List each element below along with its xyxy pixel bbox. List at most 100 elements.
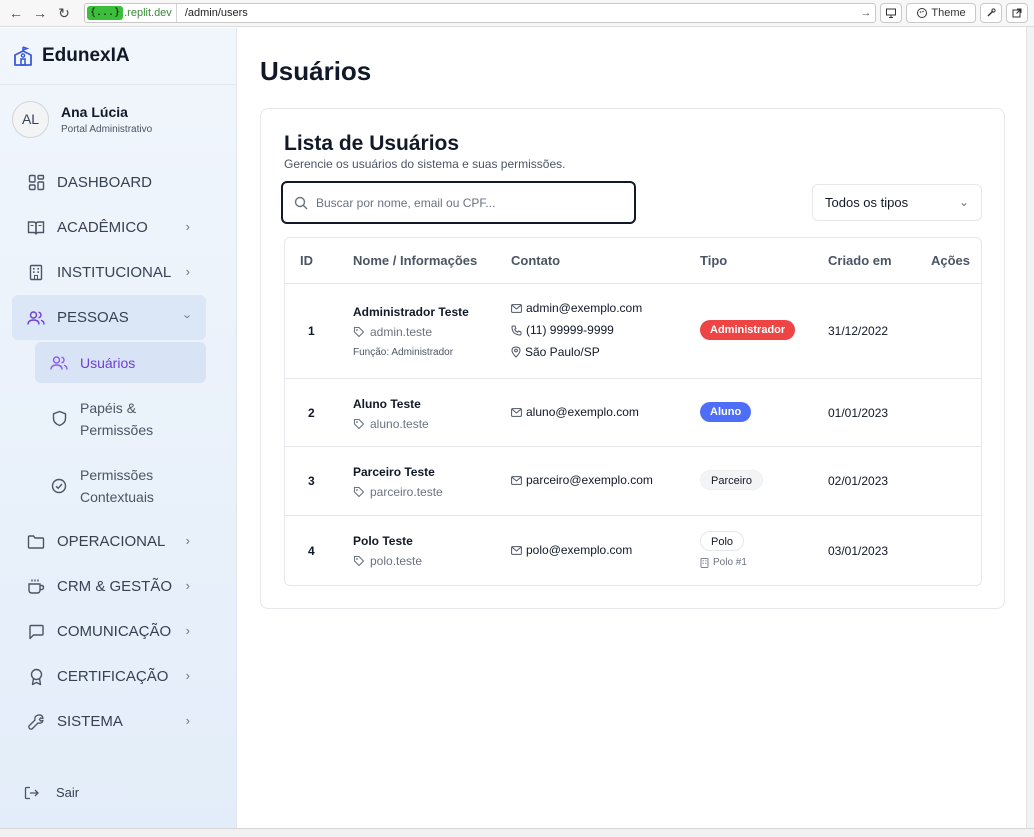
row-id: 3 <box>308 474 315 488</box>
sidebar-item-pessoas[interactable]: PESSOAS › <box>12 295 206 340</box>
user-function: Função: Administrador <box>353 347 454 358</box>
email-text[interactable]: polo@exemplo.com <box>526 543 632 557</box>
user-profile[interactable]: AL Ana Lúcia Portal Administrativo <box>0 85 236 153</box>
column-header-name[interactable]: Nome / Informações <box>353 253 477 268</box>
back-icon[interactable]: ← <box>6 3 26 23</box>
user-name: Ana Lúcia <box>61 103 128 120</box>
search-box[interactable] <box>281 181 636 224</box>
table-row[interactable]: 1 Administrador Teste admin.teste Função… <box>285 284 981 379</box>
card-subtitle: Gerencie os usuários do sistema e suas p… <box>284 157 566 171</box>
sidebar-subitem-papeis-permissoes[interactable]: Papéis & Permissões <box>35 385 206 452</box>
user-login-text: parceiro.teste <box>370 485 443 499</box>
sidebar: EdunexIA AL Ana Lúcia Portal Administrat… <box>0 28 237 828</box>
forward-icon[interactable]: → <box>30 3 50 23</box>
contact-info: parceiro@exemplo.com <box>511 469 653 491</box>
type-badge: Aluno <box>700 402 752 422</box>
type-filter-select[interactable]: Todos os tipos ⌄ <box>812 184 982 221</box>
logout-icon <box>24 786 39 799</box>
chevron-right-icon: › <box>185 219 190 234</box>
chevron-right-icon: › <box>185 713 190 728</box>
sidebar-subitem-usuarios[interactable]: Usuários <box>35 342 206 383</box>
sidebar-item-certificacao[interactable]: CERTIFICAÇÃO › <box>12 654 206 699</box>
scrollbar[interactable] <box>1026 27 1034 837</box>
type-badge: Administrador <box>700 320 796 340</box>
tools-icon[interactable] <box>980 3 1002 23</box>
email-text[interactable]: admin@exemplo.com <box>526 301 642 315</box>
contact-info: polo@exemplo.com <box>511 539 632 561</box>
devices-icon[interactable] <box>880 3 902 23</box>
search-input[interactable] <box>316 195 616 210</box>
email-text[interactable]: aluno@exemplo.com <box>526 405 639 419</box>
type-badge: Polo <box>700 531 745 551</box>
sidebar-subitem-label-line1: Permissões <box>80 466 154 483</box>
user-name: Polo Teste <box>353 534 413 548</box>
table-row[interactable]: 2 Aluno Teste aluno.teste aluno@exemplo.… <box>285 379 981 447</box>
mail-icon <box>511 303 522 313</box>
logout-button[interactable]: Sair <box>24 785 79 800</box>
email-text[interactable]: parceiro@exemplo.com <box>526 473 653 487</box>
user-name: Parceiro Teste <box>353 465 435 479</box>
column-header-id[interactable]: ID <box>300 253 313 268</box>
sidebar-subitem-label-line1: Papéis & <box>80 399 137 416</box>
column-header-created[interactable]: Criado em <box>828 253 892 268</box>
tag-icon <box>353 326 365 338</box>
sidebar-item-label: CRM & GESTÃO <box>57 578 173 595</box>
url-path: /admin/users <box>184 7 248 19</box>
column-header-contact[interactable]: Contato <box>511 253 560 268</box>
sidebar-subitem-permissoes-contextuais[interactable]: Permissões Contextuais <box>35 452 206 519</box>
url-host: {...} .replit.dev <box>85 4 177 22</box>
brand[interactable]: EdunexIA <box>0 28 236 85</box>
sidebar-item-crm-gestao[interactable]: CRM & GESTÃO › <box>12 564 206 609</box>
theme-label: Theme <box>931 7 966 19</box>
table-row[interactable]: 3 Parceiro Teste parceiro.teste parceiro… <box>285 447 981 516</box>
chevron-down-icon: ⌄ <box>958 195 969 209</box>
page-title: Usuários <box>260 56 372 86</box>
user-login: aluno.teste <box>353 417 429 431</box>
table-row[interactable]: 4 Polo Teste polo.teste polo@exemplo.com <box>285 516 981 585</box>
sidebar-item-academico[interactable]: ACADÊMICO › <box>12 205 206 250</box>
sidebar-item-dashboard[interactable]: DASHBOARD <box>12 160 206 205</box>
url-host-text: .replit.dev <box>124 7 172 19</box>
main-content: Usuários Lista de Usuários Gerencie os u… <box>237 28 1026 828</box>
column-header-type[interactable]: Tipo <box>700 253 727 268</box>
award-icon <box>27 668 45 686</box>
sidebar-item-label: COMUNICAÇÃO <box>57 623 172 640</box>
contact-email: polo@exemplo.com <box>511 539 632 561</box>
open-external-icon[interactable] <box>1006 3 1028 23</box>
contact-email: aluno@exemplo.com <box>511 401 639 423</box>
row-id: 2 <box>308 406 315 420</box>
sidebar-item-label: PESSOAS <box>57 309 129 326</box>
sidebar-subitem-label: Usuários <box>80 354 136 371</box>
user-name: Administrador Teste <box>353 305 469 319</box>
chevron-down-icon: › <box>180 314 196 319</box>
building-icon <box>700 557 709 568</box>
user-info: Administrador Teste admin.teste Função: … <box>353 305 469 358</box>
polo-reference-text: Polo #1 <box>713 557 747 568</box>
folder-icon <box>27 533 45 551</box>
created-date: 03/01/2023 <box>828 544 889 558</box>
sidebar-item-operacional[interactable]: OPERACIONAL › <box>12 519 206 564</box>
phone-text: (11) 99999-9999 <box>526 323 614 337</box>
contact-phone: (11) 99999-9999 <box>511 319 642 341</box>
user-info: Aluno Teste aluno.teste <box>353 397 429 431</box>
mail-icon <box>511 407 522 417</box>
user-info: Parceiro Teste parceiro.teste <box>353 465 443 499</box>
user-info: Polo Teste polo.teste <box>353 534 422 568</box>
sidebar-subitem-label-line2: Permissões <box>80 421 154 438</box>
sidebar-item-comunicacao[interactable]: COMUNICAÇÃO › <box>12 609 206 654</box>
map-pin-icon <box>511 346 521 358</box>
user-login: parceiro.teste <box>353 485 443 499</box>
created-date: 01/01/2023 <box>828 406 889 420</box>
sidebar-item-institucional[interactable]: INSTITUCIONAL › <box>12 250 206 295</box>
theme-button[interactable]: Theme <box>906 3 976 23</box>
reload-icon[interactable]: ↻ <box>54 3 74 23</box>
go-arrow-icon[interactable]: → <box>857 7 875 19</box>
sidebar-item-sistema[interactable]: SISTEMA › <box>12 699 206 744</box>
sidebar-subitem-label-line2: Contextuais <box>80 488 154 505</box>
column-header-actions: Ações <box>931 253 971 268</box>
address-bar[interactable]: {...} .replit.dev /admin/users → <box>84 3 876 23</box>
user-name: Aluno Teste <box>353 397 421 411</box>
building-icon <box>27 264 45 282</box>
chevron-right-icon: › <box>185 668 190 683</box>
contact-email: parceiro@exemplo.com <box>511 469 653 491</box>
